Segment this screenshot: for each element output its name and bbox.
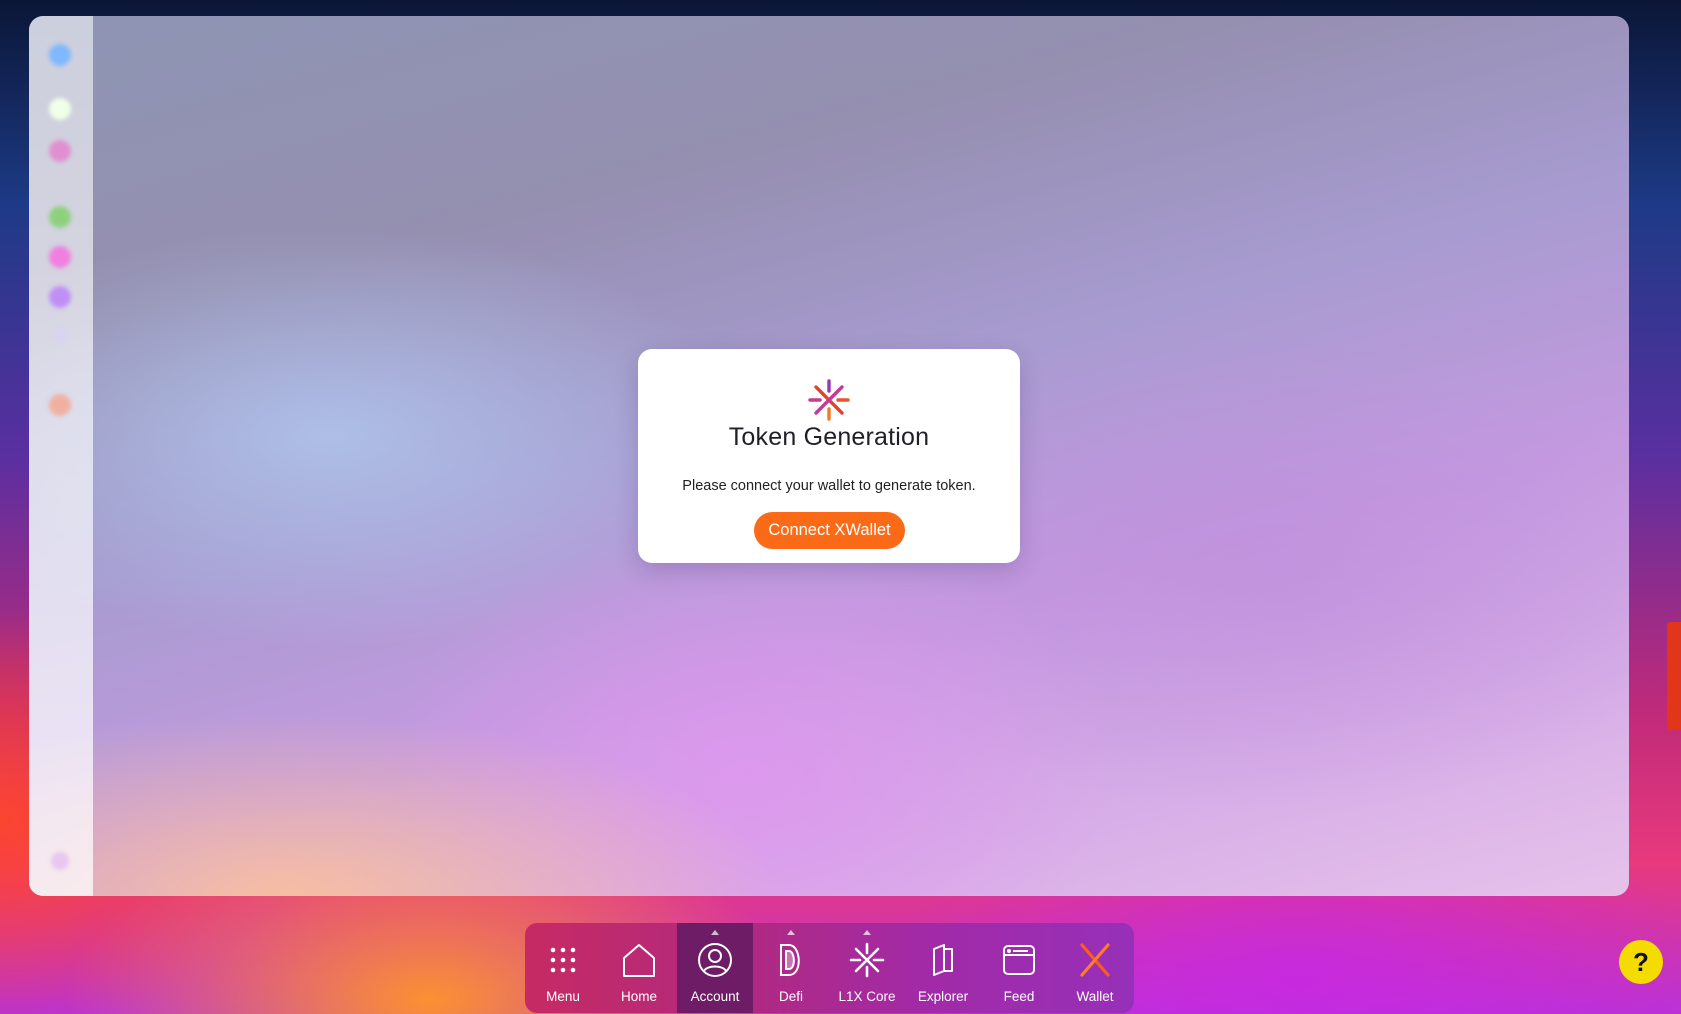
sidebar-icon-3[interactable] (49, 140, 71, 162)
sidebar-icon-4[interactable] (49, 206, 71, 228)
dock-label-home: Home (620, 989, 657, 1004)
dock-item-l1x-core[interactable]: L1X Core (829, 923, 905, 1013)
sidebar-icon-1[interactable] (49, 44, 71, 66)
dock-item-defi[interactable]: Defi (753, 923, 829, 1013)
help-button[interactable]: ? (1619, 940, 1663, 984)
sidebar-icon-7[interactable] (53, 328, 67, 342)
sidebar-icon-6[interactable] (49, 286, 71, 308)
app-window: Token Generation Please connect your wal… (29, 16, 1629, 896)
home-icon (623, 944, 655, 977)
modal-message: Please connect your wallet to generate t… (682, 478, 976, 494)
submenu-caret (711, 930, 719, 935)
connect-xwallet-button[interactable]: Connect XWallet (754, 512, 905, 549)
sidebar-icon-9[interactable] (51, 852, 69, 870)
dock-label-l1x-core: L1X Core (838, 989, 896, 1004)
dock-item-home[interactable]: Home (601, 923, 677, 1013)
defi-icon (780, 944, 800, 976)
submenu-caret (787, 930, 795, 935)
sidebar-icon-8[interactable] (49, 394, 71, 416)
dock-label-defi: Defi (778, 989, 803, 1004)
dock-label-feed: Feed (1003, 989, 1035, 1004)
dock-item-wallet[interactable]: Wallet (1057, 923, 1133, 1013)
grid-icon (550, 947, 576, 973)
left-sidebar (29, 16, 93, 896)
sidebar-icon-5[interactable] (49, 246, 71, 268)
submenu-caret (863, 930, 871, 935)
dock-label-wallet: Wallet (1076, 989, 1114, 1004)
dock-label-explorer: Explorer (917, 989, 969, 1004)
dock-item-account[interactable]: Account (677, 923, 753, 1013)
dock-label-account: Account (690, 989, 740, 1004)
bottom-dock: Menu Home Account Defi L1X Core Explorer… (525, 923, 1134, 1013)
dock-item-menu[interactable]: Menu (525, 923, 601, 1013)
token-generation-modal: Token Generation Please connect your wal… (638, 349, 1020, 563)
sidebar-icon-2[interactable] (49, 98, 71, 120)
user-circle-icon (698, 943, 732, 977)
l1x-icon (849, 942, 885, 978)
modal-title: Token Generation (728, 423, 930, 451)
feed-icon (1003, 945, 1035, 975)
dock-item-explorer[interactable]: Explorer (905, 923, 981, 1013)
dock-item-feed[interactable]: Feed (981, 923, 1057, 1013)
side-feedback-tab[interactable] (1667, 622, 1681, 730)
x-wallet-icon (1080, 943, 1110, 977)
explorer-icon (933, 944, 953, 976)
dock-label-menu: Menu (546, 989, 580, 1004)
l1x-logo-icon (808, 379, 850, 421)
